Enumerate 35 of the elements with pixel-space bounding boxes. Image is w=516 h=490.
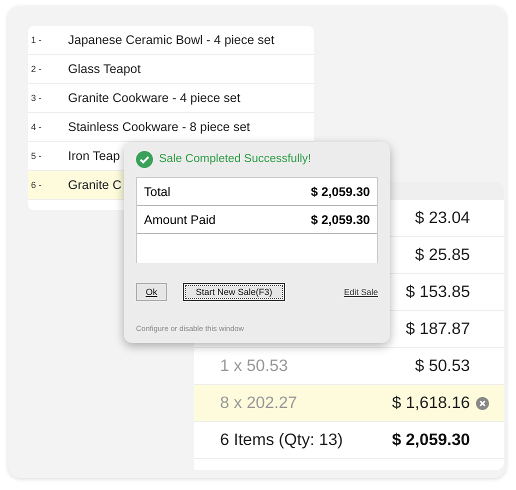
success-check-icon — [136, 150, 153, 168]
item-name: Granite Cookware - 4 piece set — [68, 91, 240, 105]
remove-icon[interactable] — [476, 396, 489, 410]
line-amount: $ 187.87 — [406, 320, 470, 338]
row-number: 1 - — [30, 35, 43, 45]
item-name: Japanese Ceramic Bowl - 4 piece set — [68, 33, 274, 47]
start-new-sale-button[interactable]: Start New Sale(F3) — [183, 283, 285, 301]
item-name: Stainless Cookware - 8 piece set — [68, 120, 250, 134]
grand-total: $ 2,059.30 — [392, 430, 470, 450]
edit-sale-link[interactable]: Edit Sale — [344, 287, 378, 297]
row-number: 4 - — [30, 122, 43, 132]
summary-label: Total — [144, 184, 170, 198]
line-amount: $ 50.53 — [414, 356, 470, 376]
item-row[interactable]: 2 - Glass Teapot — [28, 55, 314, 84]
line-amount: $ 153.85 — [406, 282, 470, 302]
dialog-title: Sale Completed Successfully! — [159, 153, 312, 165]
item-name: Granite C — [68, 178, 122, 192]
row-number: 3 - — [30, 93, 43, 103]
item-row[interactable]: 1 - Japanese Ceramic Bowl - 4 piece set — [28, 26, 314, 55]
summary-label: Amount Paid — [144, 212, 216, 226]
summary-value: $ 2,059.30 — [310, 212, 370, 226]
quantity-price: 8 x 202.27 — [220, 394, 298, 412]
quantity-price: 1 x 50.53 — [220, 356, 289, 376]
row-number: 5 - — [30, 151, 43, 161]
summary-value: $ 2,059.30 — [310, 184, 370, 198]
row-number: 2 - — [30, 64, 43, 74]
item-name: Glass Teapot — [68, 62, 141, 76]
item-row[interactable]: 3 - Granite Cookware - 4 piece set — [28, 84, 314, 113]
row-number: 6 - — [30, 180, 43, 190]
ok-button[interactable]: Ok — [136, 283, 167, 301]
line-amount: $ 25.85 — [414, 246, 470, 264]
item-count: 6 Items (Qty: 13) — [220, 430, 344, 450]
line-amount: $ 1,618.16 — [392, 394, 470, 412]
line-amount: $ 23.04 — [414, 208, 470, 228]
item-name: Iron Teap — [68, 149, 120, 163]
